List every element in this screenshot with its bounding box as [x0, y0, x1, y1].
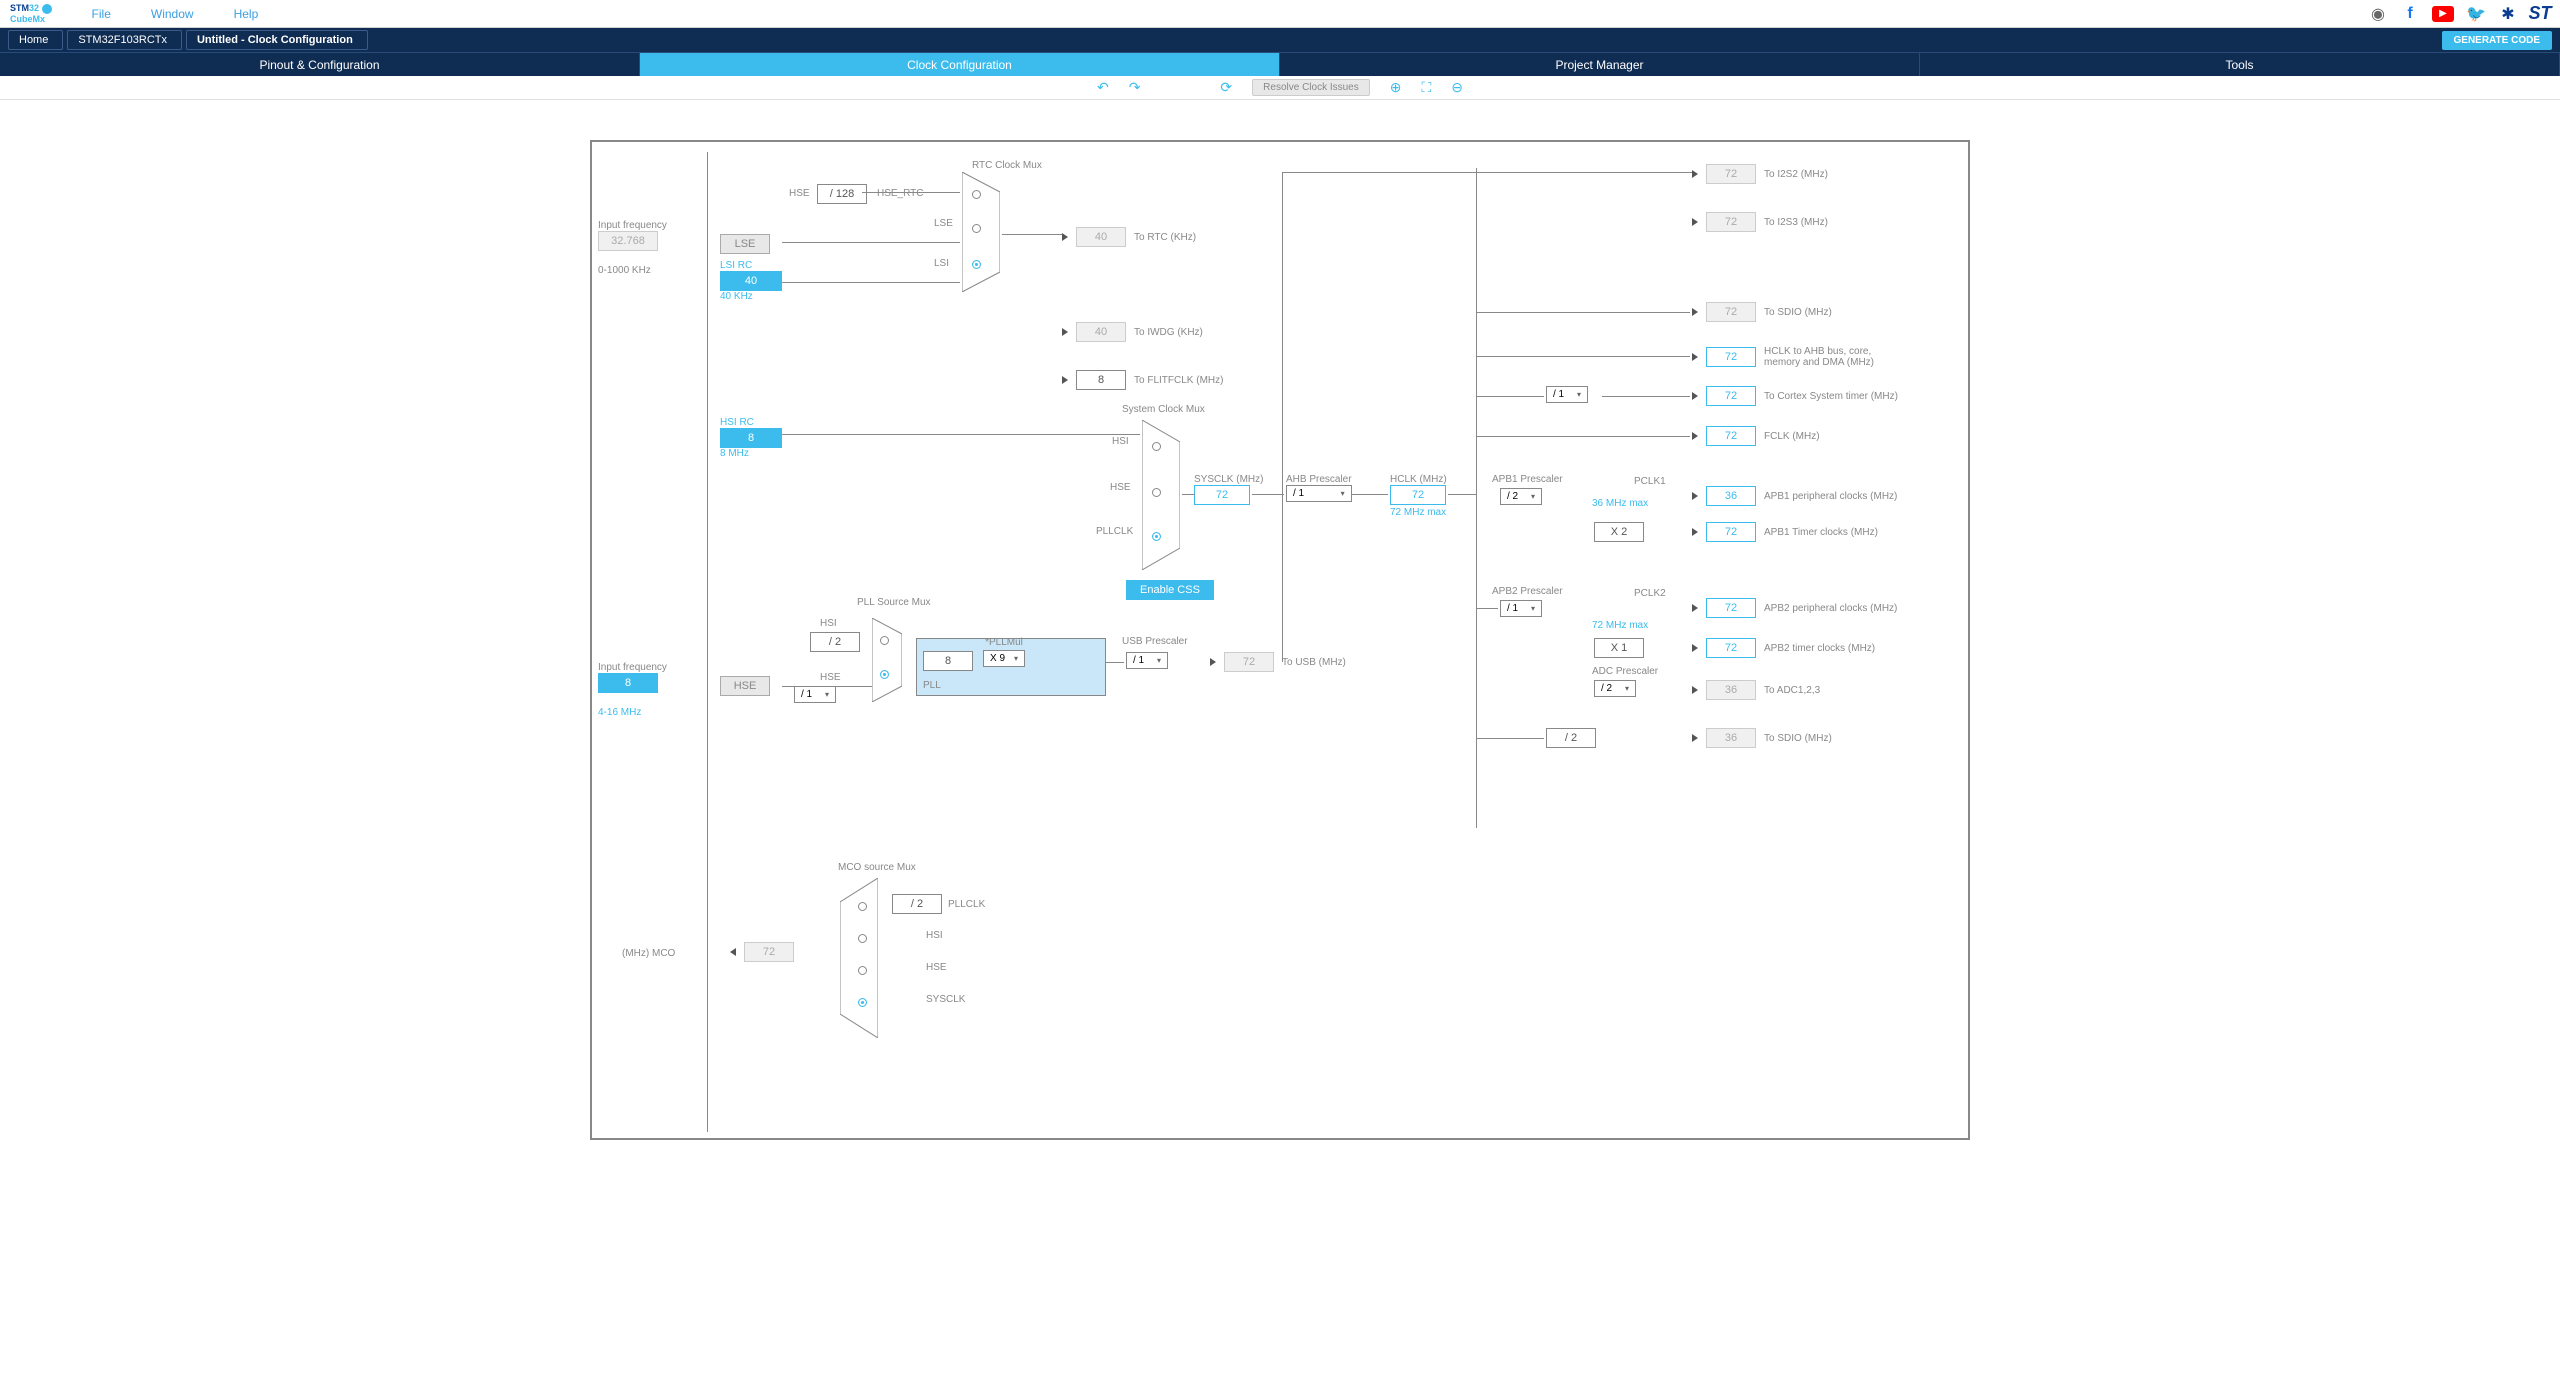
rtc-mux-title: RTC Clock Mux	[972, 160, 1042, 171]
mco-div2: / 2	[892, 894, 942, 914]
adc-val: 36	[1706, 680, 1756, 700]
tab-pinout[interactable]: Pinout & Configuration	[0, 53, 640, 76]
usb-val: 72	[1224, 652, 1274, 672]
hse-div128: / 128	[817, 184, 867, 204]
apb2-div-select[interactable]: / 1	[1500, 600, 1542, 617]
hclk-ahb-val: 72	[1706, 347, 1756, 367]
cortex-val: 72	[1706, 386, 1756, 406]
sdio-div: / 2	[1546, 728, 1596, 748]
menu-window[interactable]: Window	[151, 7, 194, 21]
lse-range: 0-1000 KHz	[598, 265, 667, 276]
ahb-prescaler-select[interactable]: / 1	[1286, 485, 1352, 502]
pll-mul-select[interactable]: X 9	[983, 650, 1025, 667]
fit-icon[interactable]: ⛶	[1421, 79, 1431, 96]
resolve-clock-button[interactable]: Resolve Clock Issues	[1252, 79, 1370, 96]
flitf-val: 8	[1076, 370, 1126, 390]
menu-bar: STM32 CubeMx File Window Help ◉ f ▶ 🐦 ✱ …	[0, 0, 2560, 28]
sdio-top-val: 72	[1706, 302, 1756, 322]
clock-toolbar: ↶ ↷ ⟳ Resolve Clock Issues ⊕ ⛶ ⊖	[0, 76, 2560, 100]
tab-tools[interactable]: Tools	[1920, 53, 2560, 76]
lsi-note: 40 KHz	[720, 291, 782, 302]
lse-in-label: Input frequency	[598, 220, 667, 231]
clock-diagram[interactable]: Input frequency 32.768 0-1000 KHz LSE LS…	[590, 140, 1970, 1140]
pll-in: 8	[923, 651, 973, 671]
fclk-val: 72	[1706, 426, 1756, 446]
lsi-value: 40	[720, 271, 782, 291]
irc-icon[interactable]: ◉	[2368, 4, 2388, 24]
breadcrumb-bar: Home STM32F103RCTx Untitled - Clock Conf…	[0, 28, 2560, 52]
generate-code-button[interactable]: GENERATE CODE	[2442, 31, 2553, 50]
share-icon[interactable]: ✱	[2498, 4, 2518, 24]
mco-out-val: 72	[744, 942, 794, 962]
rtc-out-val: 40	[1076, 227, 1126, 247]
hse-rtc-lbl: HSE_RTC	[877, 188, 924, 199]
menu-bar-right: ◉ f ▶ 🐦 ✱ ST	[2368, 4, 2550, 24]
hsi-note: 8 MHz	[720, 448, 782, 459]
hse-osc-box[interactable]: HSE	[720, 676, 770, 696]
cortex-div-select[interactable]: / 1	[1546, 386, 1588, 403]
enable-css-button[interactable]: Enable CSS	[1126, 580, 1214, 600]
apb1-tim-mul: X 2	[1594, 522, 1644, 542]
rtc-mux[interactable]	[962, 172, 1000, 292]
pll-block: 8 *PLLMul X 9 PLL	[916, 638, 1106, 696]
hsi-value: 8	[720, 428, 782, 448]
breadcrumb-current: Untitled - Clock Configuration	[186, 30, 368, 50]
i2s3-val: 72	[1706, 212, 1756, 232]
facebook-icon[interactable]: f	[2400, 4, 2420, 24]
menu-bar-left: STM32 CubeMx File Window Help	[10, 3, 258, 24]
undo-icon[interactable]: ↶	[1097, 79, 1109, 96]
refresh-icon[interactable]: ⟳	[1220, 79, 1232, 96]
apb1-tim-val: 72	[1706, 522, 1756, 542]
rtc-out-txt: To RTC (KHz)	[1134, 232, 1196, 243]
apb1-pclk-val: 36	[1706, 486, 1756, 506]
hsi-div2: / 2	[810, 632, 860, 652]
hsi-label: HSI RC	[720, 417, 782, 428]
st-logo-icon[interactable]: ST	[2530, 4, 2550, 24]
hse-range: 4-16 MHz	[598, 707, 667, 718]
lsi-label: LSI RC	[720, 260, 782, 271]
breadcrumb-home[interactable]: Home	[8, 30, 63, 50]
i2s2-val: 72	[1706, 164, 1756, 184]
tab-project[interactable]: Project Manager	[1280, 53, 1920, 76]
breadcrumb-chip[interactable]: STM32F103RCTx	[67, 30, 182, 50]
hse-in-label: Input frequency	[598, 662, 667, 673]
redo-icon[interactable]: ↷	[1129, 79, 1141, 96]
hclk-val[interactable]: 72	[1390, 485, 1446, 505]
sysclk-val[interactable]: 72	[1194, 485, 1250, 505]
apb1-div-select[interactable]: / 2	[1500, 488, 1542, 505]
flitf-txt: To FLITFCLK (MHz)	[1134, 375, 1223, 386]
iwdg-txt: To IWDG (KHz)	[1134, 327, 1203, 338]
tab-clock[interactable]: Clock Configuration	[640, 53, 1280, 76]
apb2-tim-mul: X 1	[1594, 638, 1644, 658]
app-logo: STM32 CubeMx	[10, 3, 52, 24]
iwdg-val: 40	[1076, 322, 1126, 342]
pll-source-mux[interactable]	[872, 618, 902, 702]
usb-div-select[interactable]: / 1	[1126, 652, 1168, 669]
adc-div-select[interactable]: / 2	[1594, 680, 1636, 697]
twitter-icon[interactable]: 🐦	[2466, 4, 2486, 24]
hse-div-lbl: HSE	[789, 188, 810, 199]
lse-osc-box[interactable]: LSE	[720, 234, 770, 254]
hse-div-select[interactable]: / 1	[794, 686, 836, 703]
sdio2-val: 36	[1706, 728, 1756, 748]
apb2-tim-val: 72	[1706, 638, 1756, 658]
menu-file[interactable]: File	[92, 7, 111, 21]
youtube-icon[interactable]: ▶	[2432, 6, 2454, 22]
zoom-in-icon[interactable]: ⊕	[1390, 79, 1402, 96]
lse-freq-input[interactable]: 32.768	[598, 231, 658, 251]
mco-title: MCO source Mux	[838, 862, 916, 873]
hse-freq-input[interactable]: 8	[598, 673, 658, 693]
zoom-out-icon[interactable]: ⊖	[1451, 79, 1463, 96]
menu-help[interactable]: Help	[234, 7, 259, 21]
main-tabs: Pinout & Configuration Clock Configurati…	[0, 52, 2560, 76]
system-clock-mux[interactable]	[1142, 420, 1180, 570]
sysmux-title: System Clock Mux	[1122, 404, 1205, 415]
apb2-pclk-val: 72	[1706, 598, 1756, 618]
mco-mux[interactable]	[840, 878, 878, 1038]
pll-src-title: PLL Source Mux	[857, 597, 931, 608]
